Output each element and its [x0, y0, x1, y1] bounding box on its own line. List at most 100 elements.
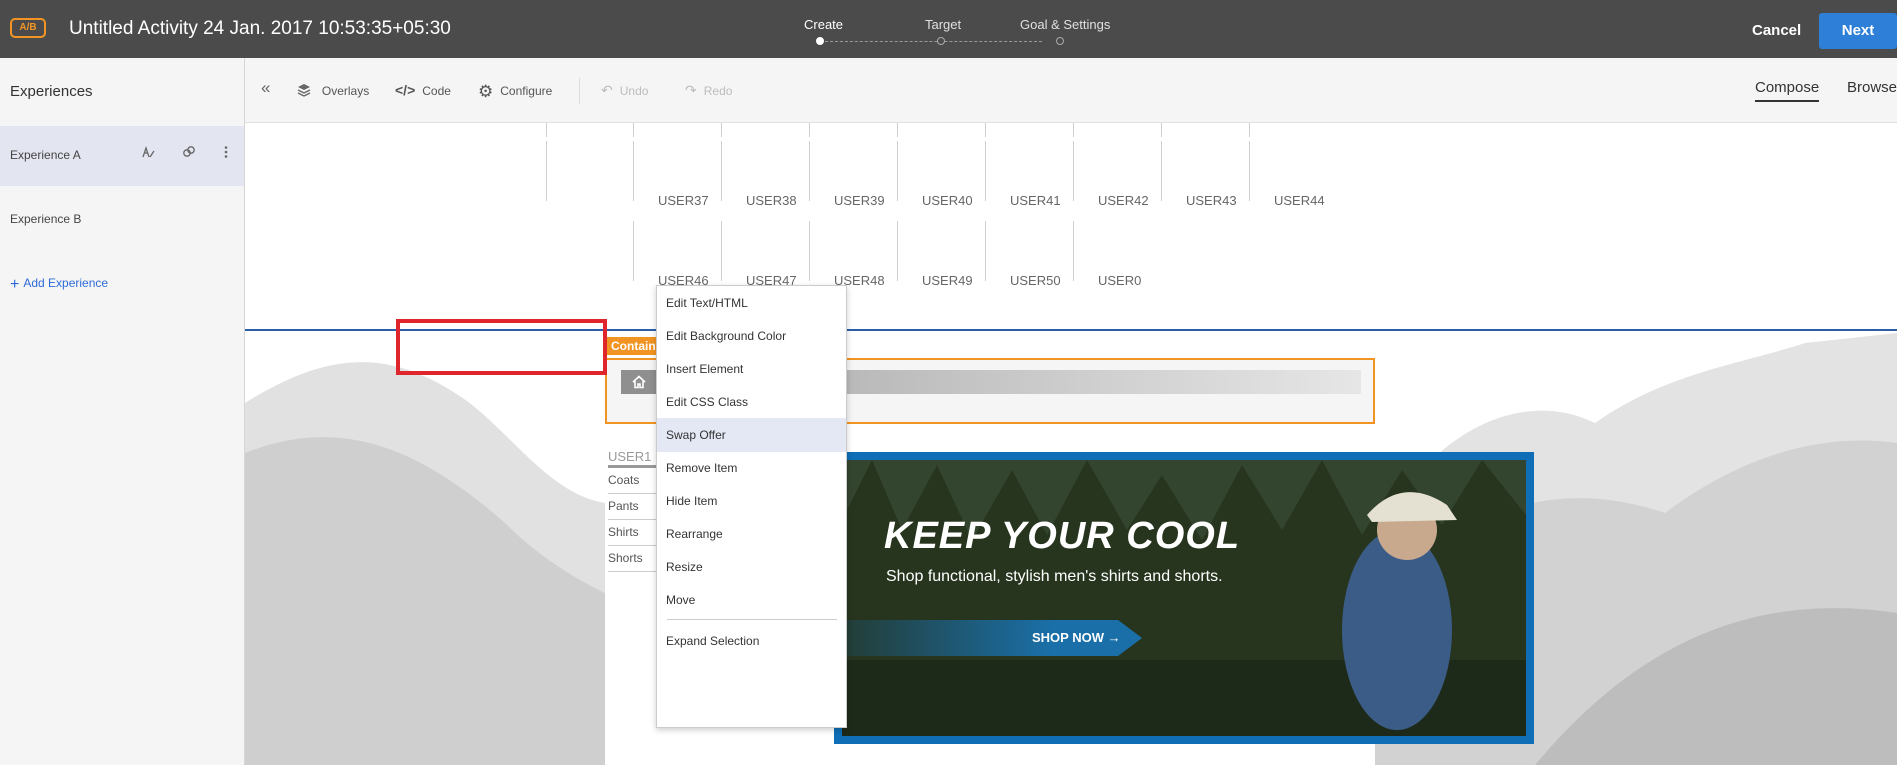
grid-divider: [985, 221, 986, 281]
grid-divider: [809, 221, 810, 281]
redo-icon: ↷: [685, 82, 697, 98]
undo-label: Undo: [619, 84, 649, 98]
step-goal-settings[interactable]: Goal & Settings: [1020, 17, 1110, 32]
grid-divider: [1249, 123, 1250, 137]
experiences-header: Experiences: [10, 83, 93, 100]
grid-cell[interactable]: USER0: [1098, 273, 1141, 288]
undo-button[interactable]: ↶ Undo: [601, 82, 648, 99]
grid-divider: [809, 123, 810, 137]
tab-browse[interactable]: Browse: [1847, 79, 1897, 96]
grid-divider: [809, 141, 810, 201]
gear-icon: ⚙: [478, 82, 494, 101]
menu-resize[interactable]: Resize: [657, 550, 846, 584]
grid-divider: [546, 141, 547, 201]
shop-now-button[interactable]: SHOP NOW →: [1032, 630, 1121, 645]
grid-divider: [1073, 221, 1074, 281]
menu-move[interactable]: Move: [657, 583, 846, 617]
grid-cell[interactable]: USER37: [658, 193, 709, 208]
top-bar: A/B Untitled Activity 24 Jan. 2017 10:53…: [0, 0, 1897, 58]
configure-label: Configure: [500, 84, 553, 98]
grid-cell[interactable]: USER40: [922, 193, 973, 208]
step-dot-goal: [1056, 37, 1064, 45]
grid-cell[interactable]: USER39: [834, 193, 885, 208]
page-canvas: USER37 USER38 USER39 USER40 USER41 USER4…: [245, 123, 1897, 765]
menu-expand-selection[interactable]: Expand Selection: [657, 624, 846, 658]
menu-remove-item[interactable]: Remove Item: [657, 451, 846, 485]
ab-badge: A/B: [10, 18, 46, 38]
grid-cell[interactable]: USER44: [1274, 193, 1325, 208]
hero-banner[interactable]: KEEP YOUR COOL Shop functional, stylish …: [834, 452, 1534, 744]
editor-toolbar: « Overlays </> Code ⚙ Configure ↶ Undo ↷ Red…: [245, 58, 1897, 123]
toolbar-divider: [579, 78, 580, 104]
experience-a-label: Experience A: [10, 148, 81, 162]
rename-icon[interactable]: [140, 145, 156, 161]
activity-title[interactable]: Untitled Activity 24 Jan. 2017 10:53:35+…: [69, 18, 451, 40]
grid-divider: [721, 123, 722, 137]
banner-subtext: Shop functional, stylish men's shirts an…: [886, 568, 1223, 585]
step-target[interactable]: Target: [925, 17, 961, 32]
menu-edit-background-color[interactable]: Edit Background Color: [657, 319, 846, 353]
grid-divider: [985, 123, 986, 137]
grid-cell[interactable]: USER41: [1010, 193, 1061, 208]
grid-divider: [1073, 123, 1074, 137]
plus-icon: +: [10, 276, 20, 293]
layers-icon: [297, 82, 315, 98]
overlays-label: Overlays: [321, 84, 370, 98]
experience-b-row[interactable]: Experience B: [0, 190, 244, 250]
grid-divider: [721, 221, 722, 281]
grid-divider: [546, 123, 547, 137]
grid-divider: [1161, 141, 1162, 201]
grid-divider: [633, 141, 634, 201]
workflow-steps: Create Target Goal & Settings: [780, 15, 1110, 51]
step-dot-target: [937, 37, 945, 45]
grid-cell[interactable]: USER38: [746, 193, 797, 208]
experiences-panel: Experiences Experience A Experience B + A…: [0, 58, 245, 765]
banner-headline: KEEP YOUR COOL: [884, 515, 1241, 557]
overlays-button[interactable]: Overlays: [297, 82, 369, 98]
grid-divider: [633, 123, 634, 137]
code-icon: </>: [395, 82, 416, 98]
grid-divider: [985, 141, 986, 201]
grid-divider: [897, 141, 898, 201]
redo-label: Redo: [703, 84, 733, 98]
menu-hide-item[interactable]: Hide Item: [657, 484, 846, 518]
experience-a-row[interactable]: Experience A: [0, 126, 244, 186]
grid-divider: [633, 221, 634, 281]
step-dot-create: [816, 37, 824, 45]
home-icon[interactable]: [621, 370, 657, 394]
grid-divider: [1249, 141, 1250, 201]
duplicate-icon[interactable]: [181, 145, 197, 161]
tab-compose[interactable]: Compose: [1755, 79, 1820, 102]
step-progress-line: [820, 41, 1042, 42]
menu-insert-element[interactable]: Insert Element: [657, 352, 846, 386]
menu-swap-offer[interactable]: Swap Offer: [657, 418, 846, 452]
context-menu: Edit Text/HTML Edit Background Color Ins…: [656, 285, 847, 728]
user-grid: USER37 USER38 USER39 USER40 USER41 USER4…: [245, 123, 1897, 331]
experience-b-label: Experience B: [10, 212, 82, 226]
configure-button[interactable]: ⚙ Configure: [478, 82, 552, 102]
step-create[interactable]: Create: [804, 17, 843, 32]
grid-cell[interactable]: USER49: [922, 273, 973, 288]
annotation-highlight-box: [396, 319, 607, 375]
grid-divider: [897, 123, 898, 137]
grid-divider: [1073, 141, 1074, 201]
grid-cell[interactable]: USER50: [1010, 273, 1061, 288]
redo-button[interactable]: ↷ Redo: [685, 82, 732, 99]
add-experience-button[interactable]: + Add Experience: [10, 276, 108, 294]
code-button[interactable]: </> Code: [395, 82, 451, 98]
menu-edit-text-html[interactable]: Edit Text/HTML: [657, 286, 846, 320]
more-options-icon[interactable]: [218, 145, 234, 161]
cancel-button[interactable]: Cancel: [1752, 22, 1801, 39]
forest-background-image: [842, 460, 1526, 736]
grid-cell[interactable]: USER42: [1098, 193, 1149, 208]
menu-edit-css-class[interactable]: Edit CSS Class: [657, 385, 846, 419]
next-button[interactable]: Next: [1819, 13, 1897, 49]
menu-divider: [667, 619, 837, 620]
add-experience-label: Add Experience: [23, 276, 109, 290]
collapse-panel-icon[interactable]: «: [261, 78, 270, 98]
grid-cell[interactable]: USER43: [1186, 193, 1237, 208]
grid-divider: [1161, 123, 1162, 137]
grid-divider: [721, 141, 722, 201]
menu-rearrange[interactable]: Rearrange: [657, 517, 846, 551]
undo-icon: ↶: [601, 82, 613, 98]
